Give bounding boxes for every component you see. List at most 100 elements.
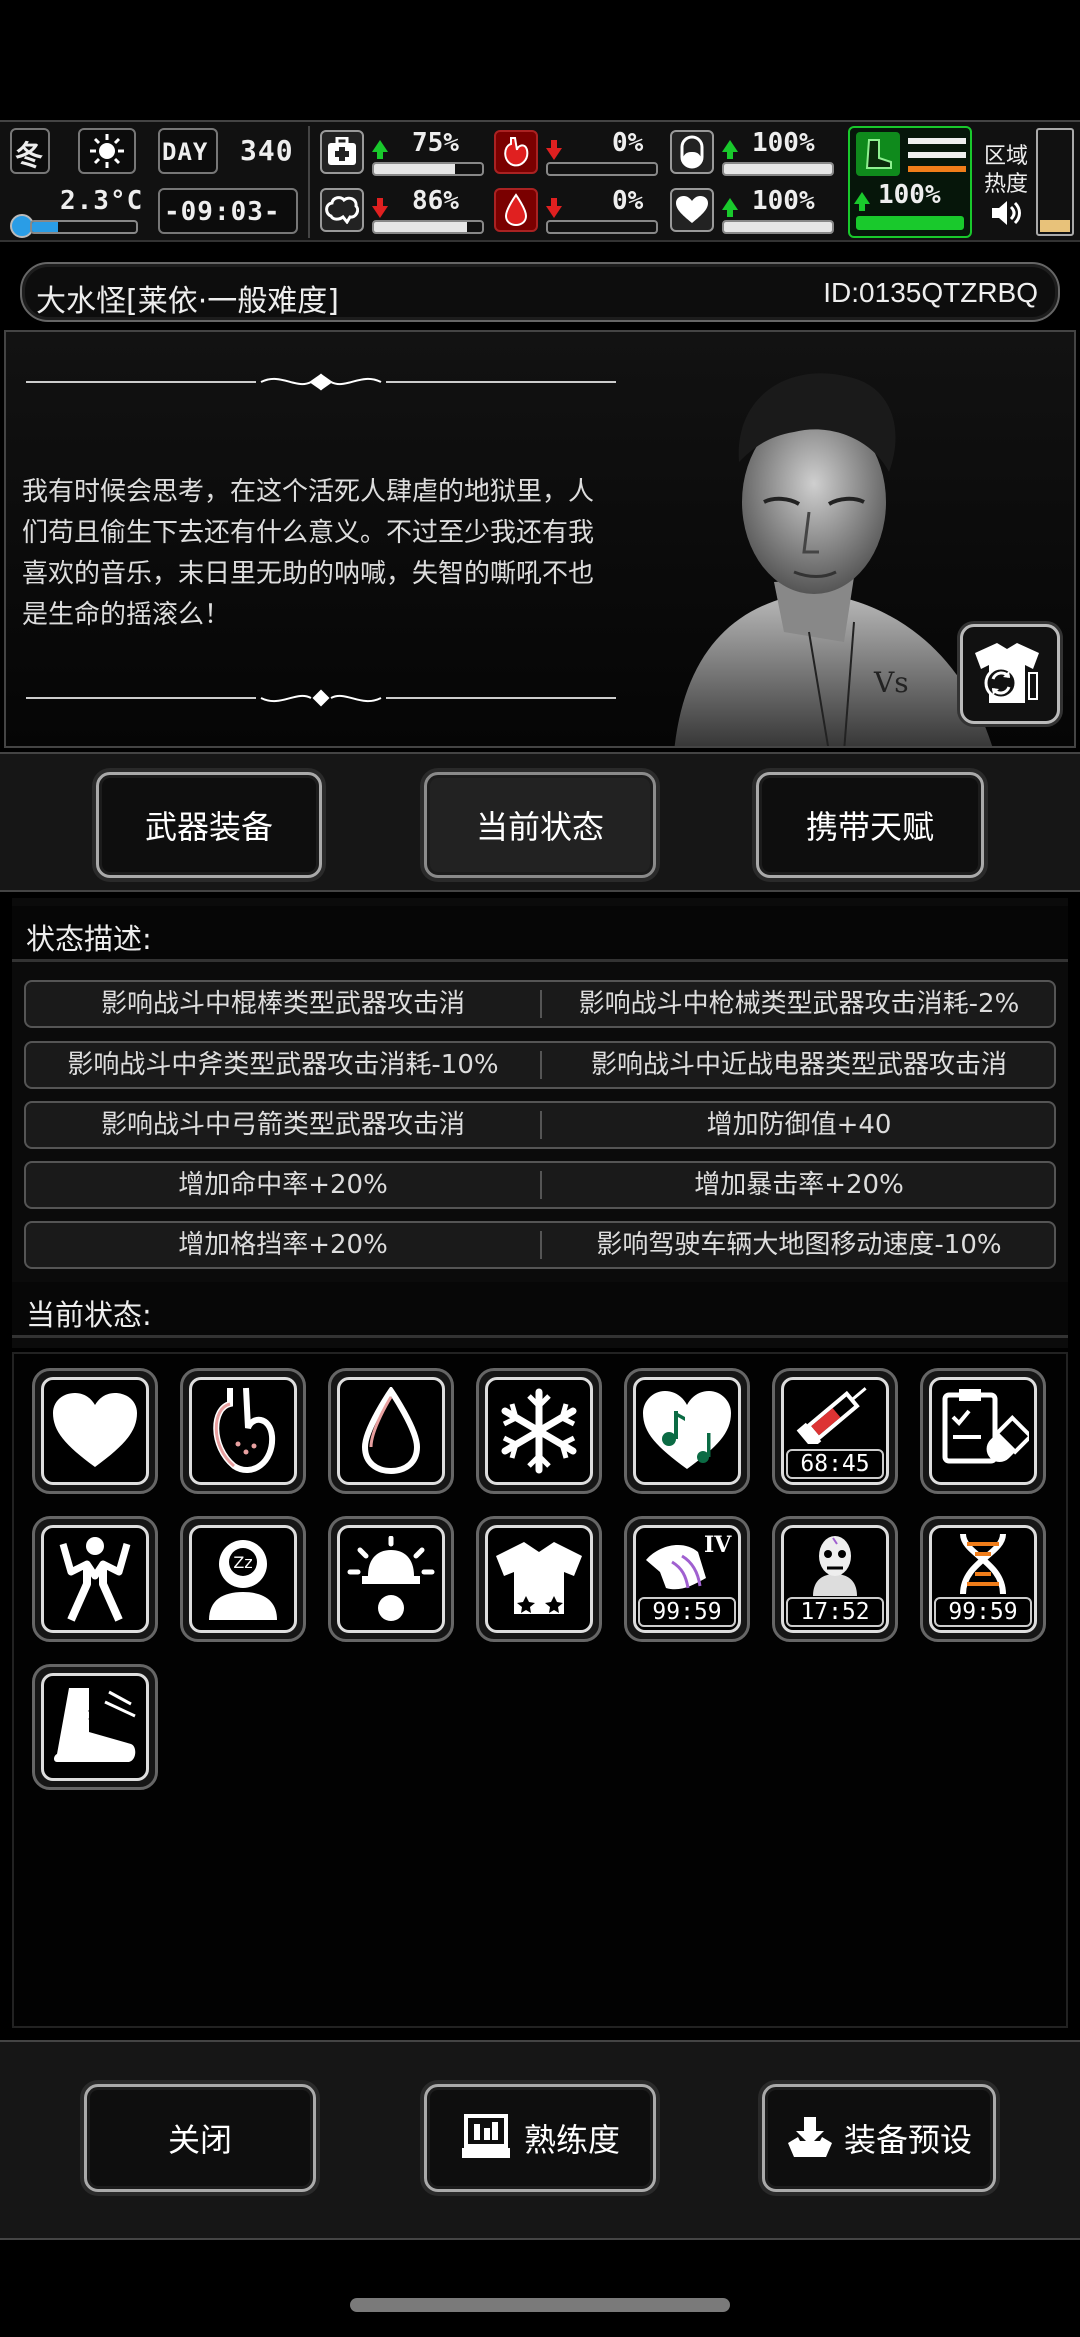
mind-status-icon[interactable]: Zz: [180, 1516, 306, 1642]
bottom-action-bar: 关闭 熟练度 装备预设: [0, 2040, 1080, 2240]
winged-boot-status-icon[interactable]: [32, 1664, 158, 1790]
current-status-header: 当前状态:: [12, 1282, 1068, 1338]
tab-weapons-label: 武器装备: [144, 808, 273, 846]
speaker-icon[interactable]: [990, 198, 1024, 228]
equipment-preset-button[interactable]: 装备预设: [762, 2084, 996, 2192]
tab-talents-label: 携带天赋: [805, 808, 934, 846]
current-status-title: 当前状态:: [26, 1298, 152, 1332]
blood-drop-icon[interactable]: [494, 188, 538, 232]
desc-cell: 影响战斗中枪械类型武器攻击消耗-2%: [578, 989, 1020, 1019]
home-indicator[interactable]: [350, 2298, 730, 2312]
stamina-box: 100%: [848, 126, 972, 238]
desc-cell: 影响战斗中棍棒类型武器攻击消: [100, 989, 465, 1019]
stomach-status-icon[interactable]: [180, 1368, 306, 1494]
desc-cell: 增加命中率+20%: [178, 1170, 388, 1200]
health-value: 75%: [412, 128, 459, 158]
tab-current-status[interactable]: 当前状态: [424, 772, 656, 878]
tab-weapons[interactable]: 武器装备: [96, 772, 322, 878]
top-ornament: [26, 373, 616, 391]
status-description-header: 状态描述:: [12, 906, 1068, 962]
arm-buff-timer: 99:59: [638, 1597, 736, 1627]
temperature-readout: 2.3°C: [60, 186, 144, 216]
zombie-face-status-icon[interactable]: 17:52: [772, 1516, 898, 1642]
character-portrait-panel: 我有时候会思考，在这个活死人肆虐的地狱里，人们苟且偷生下去还有什么意义。不过至少…: [4, 330, 1076, 748]
svg-text:Zz: Zz: [233, 1553, 252, 1572]
thirst-value: 0%: [612, 186, 644, 216]
health-icon[interactable]: [320, 130, 364, 174]
season-label: 冬: [15, 139, 44, 172]
medicine-fill: [724, 164, 832, 174]
strong-body-status-icon[interactable]: [32, 1516, 158, 1642]
desc-row: 影响战斗中斧类型武器攻击消耗-10% 影响战斗中近战电器类型武器攻击消: [24, 1041, 1056, 1089]
snowflake-status-icon[interactable]: [476, 1368, 602, 1494]
status-description-title: 状态描述:: [26, 922, 152, 956]
water-drop-status-icon[interactable]: [328, 1368, 454, 1494]
tab-status-label: 当前状态: [475, 808, 604, 846]
tab-talents[interactable]: 携带天赋: [756, 772, 984, 878]
sanity-value: 86%: [412, 186, 459, 216]
hunger-value: 0%: [612, 128, 644, 158]
alarm-status-icon[interactable]: [328, 1516, 454, 1642]
medicine-bar: [722, 162, 834, 176]
day-number: 340: [240, 134, 294, 167]
desc-cell: 增加格挡率+20%: [178, 1230, 388, 1260]
preset-label: 装备预设: [843, 2121, 972, 2159]
trophy-board-icon: [461, 2114, 510, 2158]
bottom-ornament: [26, 689, 616, 707]
day-badge: DAY: [158, 128, 218, 174]
download-tray-icon: [787, 2117, 832, 2157]
thirst-bar: [546, 220, 658, 234]
dna-status-icon[interactable]: 99:59: [920, 1516, 1046, 1642]
music-heart-status-icon[interactable]: [624, 1368, 750, 1494]
medical-record-status-icon[interactable]: [920, 1368, 1046, 1494]
character-title-bar: 大水怪[莱依·一般难度] ID:0135QTZRBQ: [20, 262, 1060, 322]
close-button[interactable]: 关闭: [84, 2084, 316, 2192]
desc-cell: 增加防御值+40: [706, 1110, 892, 1140]
status-hud: 冬 2.3°C DAY 340 -09:03- 75% 86% 0% 0% 10…: [0, 120, 1080, 242]
syringe-timer: 68:45: [786, 1449, 884, 1479]
desc-cell: 影响战斗中近战电器类型武器攻击消: [590, 1050, 1007, 1080]
arm-buff-tier: IV: [704, 1532, 732, 1558]
temperature-bar: [30, 220, 138, 234]
clothing-status-icon[interactable]: [476, 1516, 602, 1642]
desc-row: 增加格挡率+20% 影响驾驶车辆大地图移动速度-10%: [24, 1221, 1056, 1269]
brain-icon[interactable]: [320, 188, 364, 232]
sun-icon: [78, 128, 136, 174]
mood-bar: [722, 220, 834, 234]
arm-buff-status-icon[interactable]: IV 99:59: [624, 1516, 750, 1642]
change-outfit-button[interactable]: [960, 624, 1060, 724]
mood-value: 100%: [752, 186, 815, 216]
desc-row: 增加命中率+20% 增加暴击率+20%: [24, 1161, 1056, 1209]
clock-readout: -09:03-: [164, 197, 281, 227]
outfit-swap-icon: [975, 643, 1039, 703]
heart-status-icon[interactable]: [32, 1368, 158, 1494]
day-label: DAY: [162, 138, 209, 166]
heart-icon[interactable]: [670, 188, 714, 232]
boot-icon: [856, 132, 900, 176]
region-heat-label-2: 热度: [984, 172, 1029, 197]
region-heat-meter: [1036, 128, 1074, 236]
desc-cell: 影响驾驶车辆大地图移动速度-10%: [596, 1230, 1002, 1260]
tabs-row: 武器装备 当前状态 携带天赋: [0, 752, 1080, 892]
svg-text:Vs: Vs: [873, 666, 909, 699]
proficiency-button[interactable]: 熟练度: [424, 2084, 656, 2192]
zombie-face-timer: 17:52: [786, 1597, 884, 1627]
sanity-fill: [374, 222, 467, 232]
season-badge: 冬: [10, 128, 50, 174]
proficiency-label: 熟练度: [523, 2121, 620, 2159]
desc-cell: 增加暴击率+20%: [694, 1170, 904, 1200]
dna-timer: 99:59: [934, 1597, 1032, 1627]
player-id: ID:0135QTZRBQ: [823, 277, 1038, 308]
pill-icon[interactable]: [670, 130, 714, 174]
current-status-grid: 68:45 Zz IV 99:59 17:52 99:59: [12, 1352, 1068, 2028]
stomach-icon[interactable]: [494, 130, 538, 174]
desc-row: 影响战斗中弓箭类型武器攻击消 增加防御值+40: [24, 1101, 1056, 1149]
character-quote: 我有时候会思考，在这个活死人肆虐的地狱里，人们苟且偷生下去还有什么意义。不过至少…: [22, 477, 595, 630]
stamina-value: 100%: [878, 180, 941, 210]
health-bar: [372, 162, 484, 176]
clock-box: -09:03-: [158, 188, 298, 234]
desc-row: 影响战斗中棍棒类型武器攻击消 影响战斗中枪械类型武器攻击消耗-2%: [24, 980, 1056, 1028]
mood-fill: [724, 222, 832, 232]
syringe-status-icon[interactable]: 68:45: [772, 1368, 898, 1494]
stamina-bar: [856, 216, 964, 230]
